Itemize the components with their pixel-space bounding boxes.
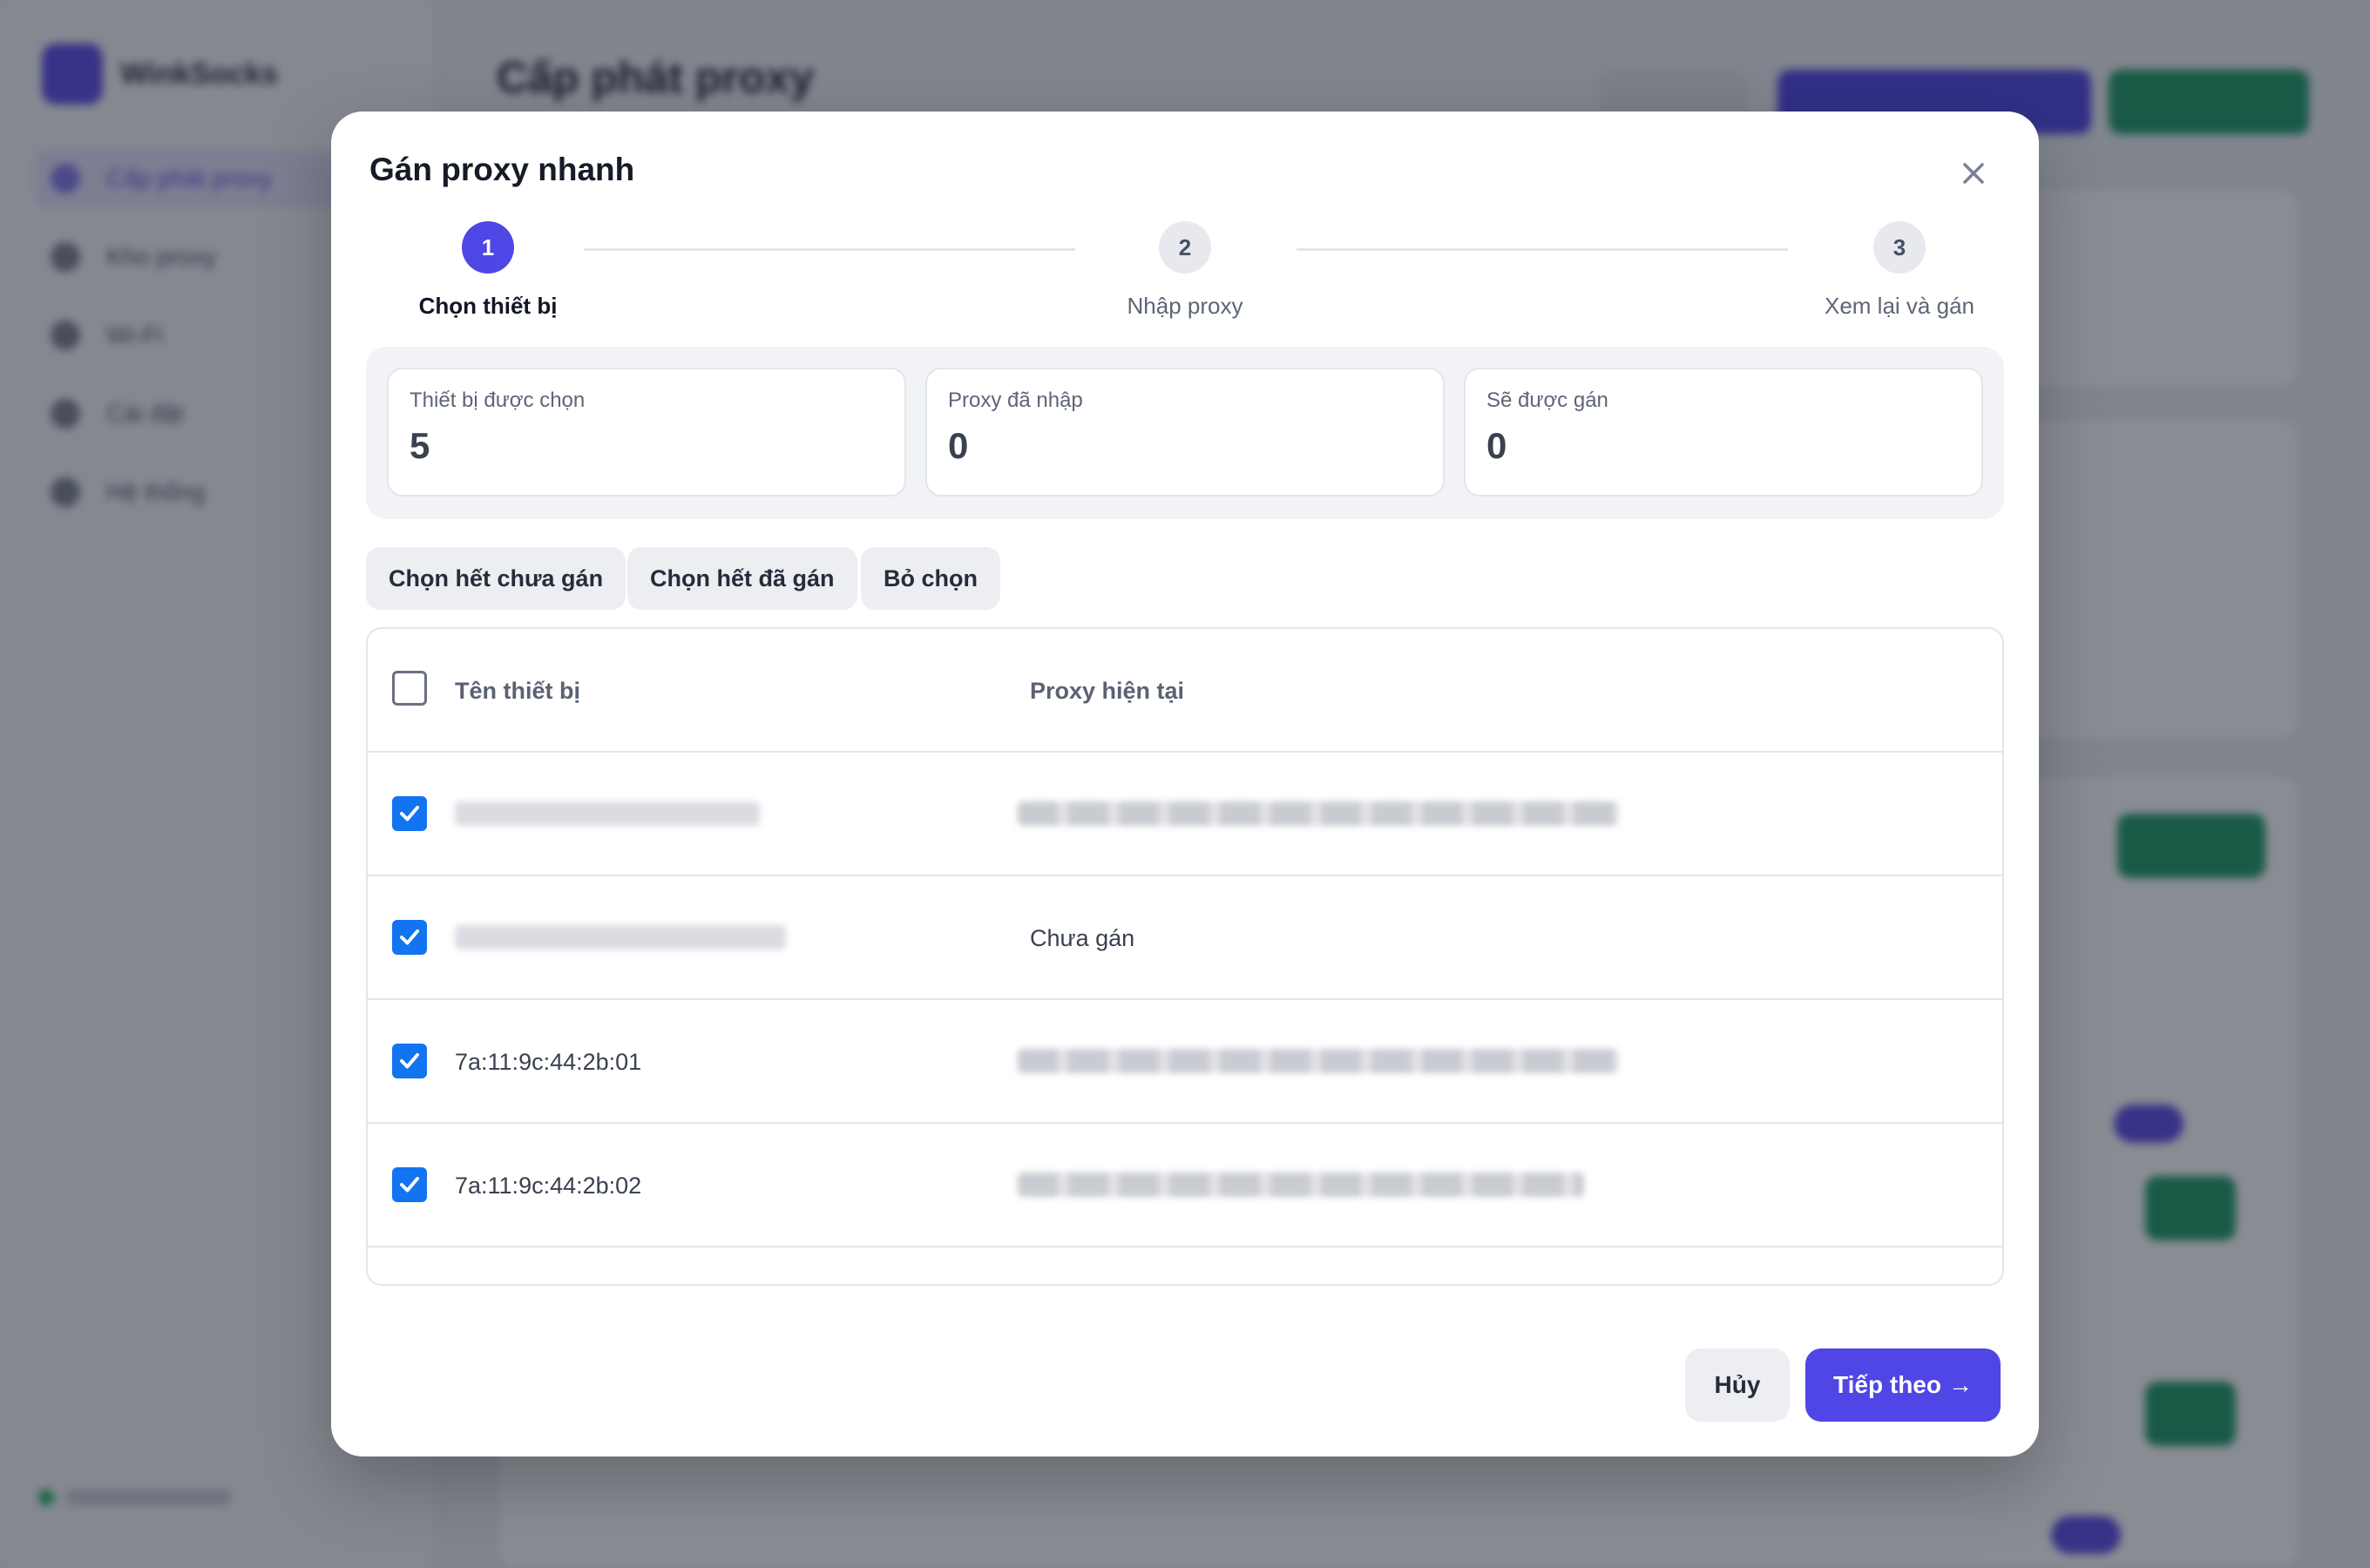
redacted-proxy xyxy=(1018,1049,1619,1073)
device-name: 7a:11:9c:44:2b:01 xyxy=(455,1049,642,1075)
select-all-assigned-button[interactable]: Chọn hết đã gán xyxy=(627,547,857,610)
stat-value: 0 xyxy=(1486,425,1507,466)
stat-label: Proxy đã nhập xyxy=(948,389,1083,412)
table-header: Tên thiết bị Proxy hiện tại xyxy=(368,629,2002,753)
deselect-button[interactable]: Bỏ chọn xyxy=(861,547,1000,610)
column-header-device: Tên thiết bị xyxy=(455,678,580,704)
redacted-device-name xyxy=(455,801,760,826)
table-row[interactable]: 7a:11:9c:44:2b:01 xyxy=(368,1000,2002,1124)
table-row[interactable]: 7a:11:9c:44:2b:02 xyxy=(368,1124,2002,1247)
row-checkbox[interactable] xyxy=(392,1044,427,1078)
row-checkbox[interactable] xyxy=(392,1167,427,1202)
step-number: 3 xyxy=(1873,221,1926,274)
checkmark-icon xyxy=(400,806,419,821)
select-all-checkbox[interactable] xyxy=(392,671,427,706)
stat-value: 5 xyxy=(410,425,430,466)
step-label: Xem lại và gán xyxy=(1825,293,1974,319)
cancel-button[interactable]: Hủy xyxy=(1685,1348,1790,1422)
stat-proxies-entered: Proxy đã nhập 0 xyxy=(925,368,1445,497)
stat-label: Thiết bị được chọn xyxy=(410,389,586,412)
table-row[interactable] xyxy=(368,753,2002,876)
device-name: 7a:11:9c:44:2b:02 xyxy=(455,1173,642,1199)
table-row[interactable]: Chưa gán xyxy=(368,876,2002,1000)
arrow-right-icon: → xyxy=(1947,1371,1973,1398)
close-button[interactable] xyxy=(1954,153,1994,193)
device-table: Tên thiết bị Proxy hiện tại Chưa gán 7a:… xyxy=(366,627,2004,1286)
step-label: Nhập proxy xyxy=(1127,293,1243,319)
close-icon xyxy=(1963,163,1984,184)
step-1: 1 Chọn thiết bị xyxy=(349,221,627,320)
stat-value: 0 xyxy=(948,425,969,466)
row-checkbox[interactable] xyxy=(392,920,427,955)
step-3: 3 Xem lại và gán xyxy=(1760,221,2039,320)
column-header-proxy: Proxy hiện tại xyxy=(1030,678,1185,704)
quick-assign-modal: Gán proxy nhanh 1 Chọn thiết bị 2 Nhập p… xyxy=(331,112,2039,1456)
stepper-connector xyxy=(1297,248,1788,251)
redacted-proxy xyxy=(1018,801,1619,826)
step-number: 2 xyxy=(1159,221,1211,274)
stepper-connector xyxy=(584,248,1075,251)
redacted-device-name xyxy=(455,925,786,950)
stat-label: Sẽ được gán xyxy=(1486,389,1608,412)
stat-selected-devices: Thiết bị được chọn 5 xyxy=(387,368,906,497)
step-number: 1 xyxy=(462,221,514,274)
step-2: 2 Nhập proxy xyxy=(1046,221,1324,320)
stats-panel: Thiết bị được chọn 5 Proxy đã nhập 0 Sẽ … xyxy=(366,347,2004,519)
next-button[interactable]: Tiếp theo → xyxy=(1805,1348,2001,1422)
next-button-label: Tiếp theo xyxy=(1833,1371,1941,1398)
checkmark-icon xyxy=(400,929,419,945)
checkmark-icon xyxy=(400,1177,419,1193)
stat-to-be-assigned: Sẽ được gán 0 xyxy=(1464,368,1983,497)
checkmark-icon xyxy=(400,1053,419,1069)
step-label: Chọn thiết bị xyxy=(418,293,558,319)
redacted-proxy xyxy=(1018,1173,1584,1197)
row-checkbox[interactable] xyxy=(392,796,427,831)
modal-title: Gán proxy nhanh xyxy=(369,152,635,187)
select-all-unassigned-button[interactable]: Chọn hết chưa gán xyxy=(366,547,626,610)
proxy-status-unassigned: Chưa gán xyxy=(1030,925,1135,951)
